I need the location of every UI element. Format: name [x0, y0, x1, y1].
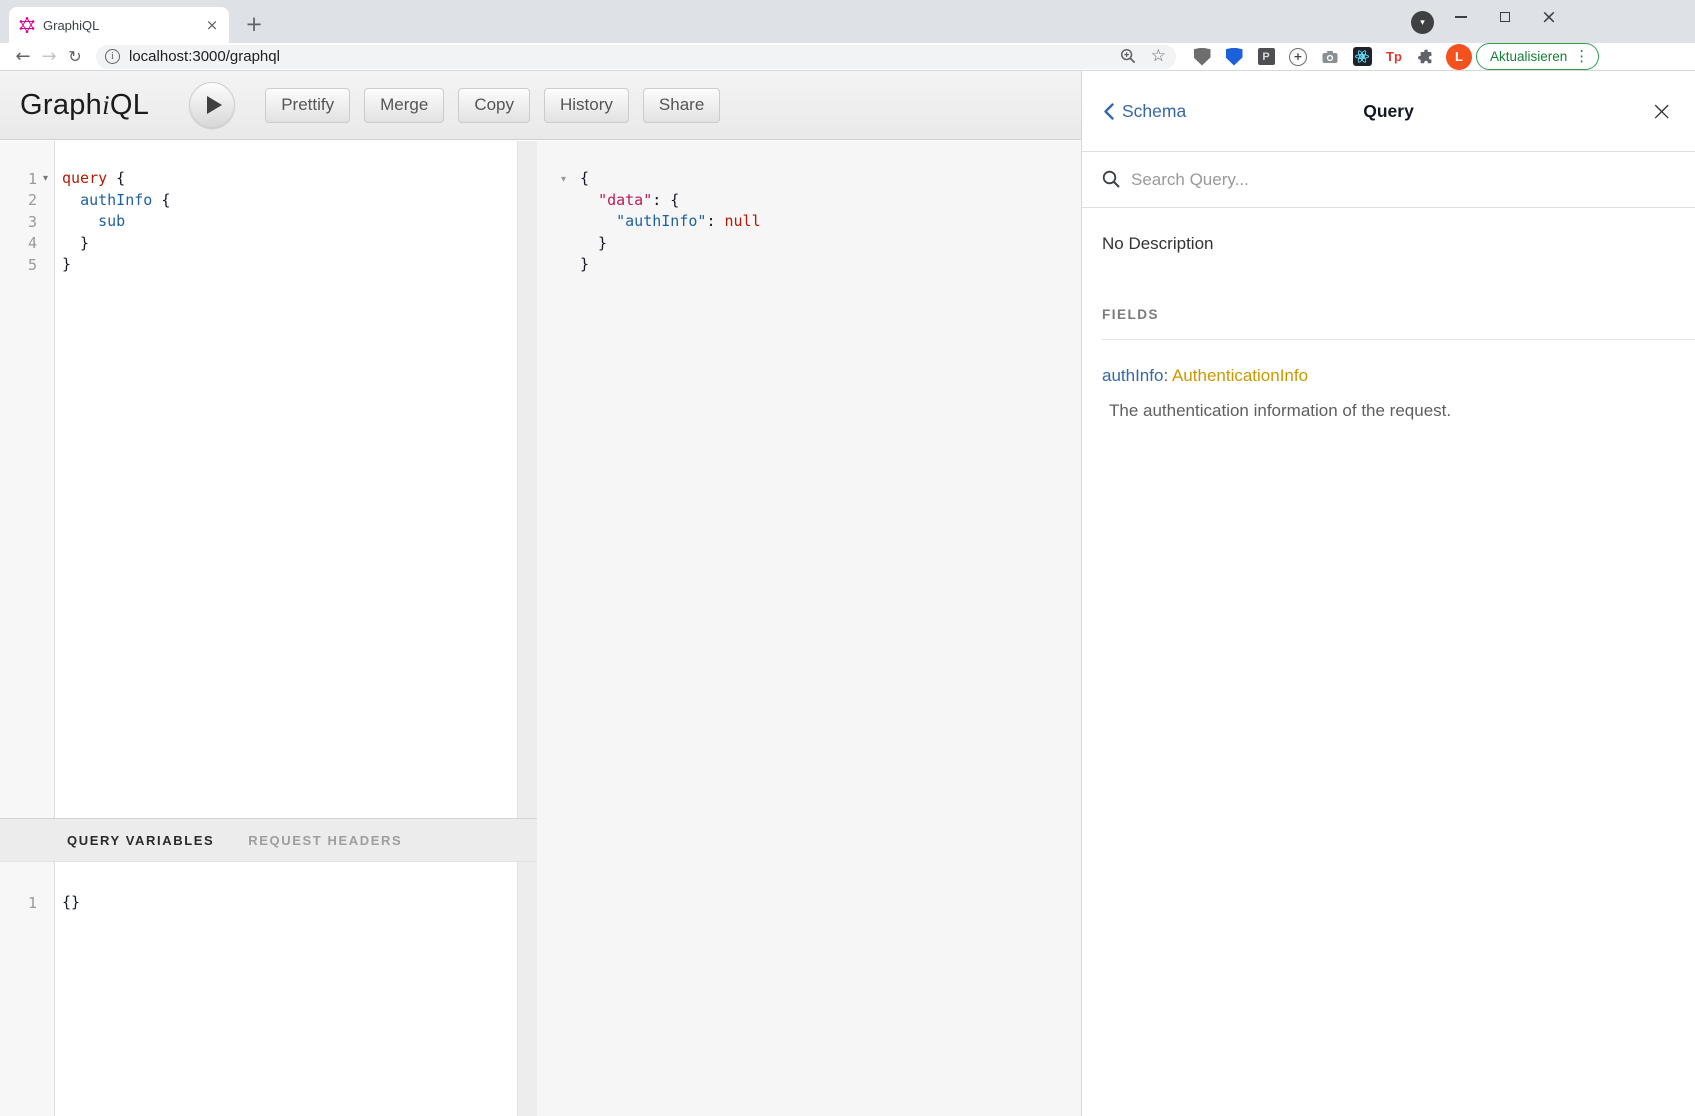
tampermonkey-extension-icon[interactable]: Tp: [1384, 47, 1404, 67]
editor-gutter: 1▾ 2 3 4 5: [0, 141, 55, 818]
graphiql-toolbar: GraphiQL Prettify Merge Copy History Sha…: [0, 71, 1081, 140]
secondary-editor-tabbar: QUERY VARIABLES REQUEST HEADERS: [0, 818, 537, 862]
update-label: Aktualisieren: [1490, 49, 1567, 64]
minimize-icon: [1455, 16, 1467, 18]
fields-divider: [1102, 339, 1695, 340]
field-name-link[interactable]: authInfo: [1102, 366, 1163, 385]
bookmark-star-icon[interactable]: ☆: [1151, 48, 1166, 65]
doc-explorer-header: Schema Query ×: [1082, 71, 1695, 152]
gray-shield-icon: [1194, 48, 1211, 66]
doc-title: Query: [1363, 101, 1414, 122]
type-description: No Description: [1102, 234, 1675, 254]
fields-heading: FIELDS: [1102, 307, 1675, 322]
tab-strip: GraphiQL × + ▾ ×: [0, 0, 1695, 43]
tab-search-icon[interactable]: ▾: [1411, 11, 1434, 34]
profile-avatar[interactable]: L: [1446, 44, 1472, 70]
pane-divider[interactable]: [517, 141, 537, 1116]
maximize-button[interactable]: [1490, 2, 1520, 32]
puzzle-icon: [1417, 48, 1435, 66]
blue-shield-icon: [1226, 48, 1243, 66]
fold-caret-icon[interactable]: ▾: [37, 173, 54, 184]
window-close-icon: ×: [1541, 8, 1557, 27]
merge-button[interactable]: Merge: [364, 88, 444, 123]
react-icon: [1353, 47, 1372, 66]
maximize-icon: [1500, 12, 1510, 22]
picker-extension-icon[interactable]: +: [1288, 47, 1308, 67]
share-button[interactable]: Share: [643, 88, 720, 123]
url-input[interactable]: [129, 48, 1112, 65]
field-description: The authentication information of the re…: [1102, 401, 1675, 421]
update-chrome-button[interactable]: Aktualisieren ⋮: [1476, 43, 1599, 70]
p-extension-icon[interactable]: P: [1256, 47, 1276, 67]
play-icon: [207, 96, 222, 114]
new-tab-button[interactable]: +: [240, 10, 268, 38]
search-icon: [1102, 170, 1121, 189]
tab-query-variables[interactable]: QUERY VARIABLES: [67, 833, 214, 848]
graphiql-app: GraphiQL Prettify Merge Copy History Sha…: [0, 71, 1695, 1116]
address-bar[interactable]: i ☆: [96, 45, 1176, 69]
browser-tab[interactable]: GraphiQL ×: [9, 7, 229, 43]
tab-title: GraphiQL: [43, 18, 203, 33]
camera-icon: [1321, 48, 1339, 66]
page-info-icon[interactable]: i: [105, 49, 120, 64]
forward-icon[interactable]: →: [36, 48, 62, 66]
back-icon[interactable]: ←: [10, 48, 36, 66]
result-fold-caret-icon[interactable]: ▾: [561, 174, 566, 185]
extensions-row: P + Tp: [1192, 47, 1436, 67]
variables-gutter: 1: [0, 862, 55, 1116]
minimize-button[interactable]: [1446, 2, 1476, 32]
tab-request-headers[interactable]: REQUEST HEADERS: [248, 833, 402, 848]
bitwarden-extension-icon[interactable]: [1224, 47, 1244, 67]
browser-toolbar: ← → ↻ i ☆ P +: [0, 43, 1695, 71]
doc-search-input[interactable]: [1131, 170, 1675, 190]
window-close-button[interactable]: ×: [1534, 2, 1564, 32]
prettify-button[interactable]: Prettify: [265, 88, 350, 123]
doc-body: No Description FIELDS authInfo: Authenti…: [1082, 234, 1695, 421]
reload-icon[interactable]: ↻: [62, 49, 88, 65]
doc-search-row: [1082, 152, 1695, 208]
zoom-icon[interactable]: [1120, 48, 1137, 65]
doc-explorer-panel: Schema Query × No Description FIELDS: [1081, 71, 1695, 1116]
doc-close-icon[interactable]: ×: [1650, 98, 1673, 125]
field-type-link[interactable]: AuthenticationInfo: [1172, 366, 1308, 385]
execute-button[interactable]: [189, 82, 235, 128]
browser-menu-icon[interactable]: ⋮: [1574, 49, 1589, 64]
graphiql-logo: GraphiQL: [20, 89, 149, 122]
variables-code: {}: [62, 862, 517, 914]
query-editor[interactable]: 1▾ 2 3 4 5 query { authInfo { sub } }: [0, 141, 517, 818]
screenshot-extension-icon[interactable]: [1320, 47, 1340, 67]
response-pane[interactable]: ▾ { "data": { "authInfo": null } }: [537, 141, 1081, 1116]
doc-back-label: Schema: [1122, 101, 1186, 122]
doc-back-link[interactable]: Schema: [1104, 101, 1363, 122]
response-json: ▾ { "data": { "authInfo": null } }: [537, 141, 1081, 276]
react-devtools-extension-icon[interactable]: [1352, 47, 1372, 67]
copy-button[interactable]: Copy: [458, 88, 530, 123]
query-code: query { authInfo { sub } }: [62, 141, 517, 276]
graphql-favicon-icon: [19, 17, 35, 33]
tab-close-icon[interactable]: ×: [203, 16, 221, 34]
ublock-extension-icon[interactable]: [1192, 47, 1212, 67]
field-row: authInfo: AuthenticationInfo: [1102, 366, 1675, 386]
chevron-left-icon: [1104, 103, 1114, 120]
extensions-puzzle-icon[interactable]: [1416, 47, 1436, 67]
crosshair-icon: +: [1289, 48, 1307, 66]
browser-window: GraphiQL × + ▾ × ← → ↻ i ☆: [0, 0, 1695, 1116]
variables-editor[interactable]: 1 {}: [0, 862, 517, 1116]
history-button[interactable]: History: [544, 88, 629, 123]
